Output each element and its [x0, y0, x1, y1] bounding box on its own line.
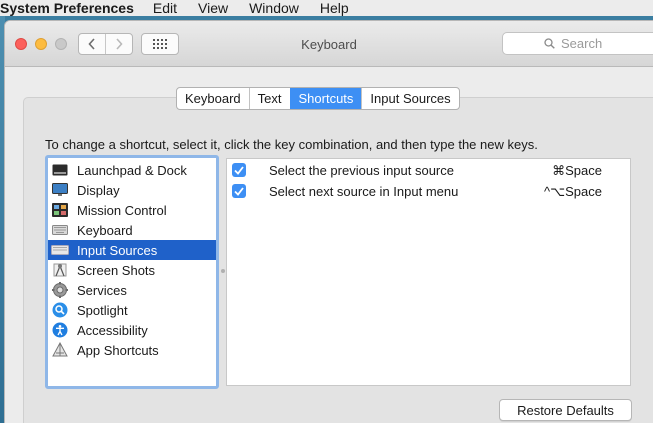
category-item[interactable]: Mission Control — [48, 200, 216, 220]
mission-control-icon — [51, 201, 69, 219]
display-icon — [51, 181, 69, 199]
shortcut-row[interactable]: Select the previous input source ⌘Space — [227, 160, 630, 181]
tab-bar: Keyboard Text Shortcuts Input Sources — [176, 87, 460, 110]
tab-shortcuts[interactable]: Shortcuts — [289, 88, 362, 109]
menu-edit[interactable]: Edit — [153, 0, 177, 16]
menu-bar: System Preferences Edit View Window Help — [0, 0, 653, 16]
category-label: Mission Control — [77, 202, 167, 218]
accessibility-icon — [51, 321, 69, 339]
menu-app-name[interactable]: System Preferences — [0, 0, 134, 16]
shortcut-checkbox[interactable] — [232, 163, 246, 177]
category-item[interactable]: Accessibility — [48, 320, 216, 340]
menu-help[interactable]: Help — [320, 0, 349, 16]
search-field[interactable]: Search — [502, 32, 653, 55]
shortcut-checkbox[interactable] — [232, 184, 246, 198]
category-label: Services — [77, 282, 127, 298]
category-item[interactable]: Keyboard — [48, 220, 216, 240]
shortcut-row[interactable]: Select next source in Input menu ^⌥Space — [227, 181, 630, 202]
category-item[interactable]: Screen Shots — [48, 260, 216, 280]
category-item[interactable]: Display — [48, 180, 216, 200]
shortcut-keys[interactable]: ⌘Space — [552, 163, 602, 179]
checkmark-icon — [234, 165, 244, 175]
tab-text[interactable]: Text — [248, 88, 290, 109]
keyboard-icon — [51, 221, 69, 239]
tab-input-sources[interactable]: Input Sources — [361, 88, 458, 109]
menu-view[interactable]: View — [198, 0, 228, 16]
instruction-text: To change a shortcut, select it, click t… — [45, 137, 538, 152]
search-placeholder: Search — [561, 36, 603, 51]
shortcut-label: Select the previous input source — [269, 163, 454, 178]
shortcut-label: Select next source in Input menu — [269, 184, 459, 199]
search-icon — [544, 38, 555, 49]
category-label: Display — [77, 182, 120, 198]
keyboard-preferences-window: Keyboard Search Keyboard Text Shortcuts … — [5, 21, 653, 423]
restore-defaults-button[interactable]: Restore Defaults — [499, 399, 632, 421]
checkmark-icon — [234, 186, 244, 196]
gear-icon — [51, 281, 69, 299]
shortcut-list[interactable]: Select the previous input source ⌘Space … — [226, 158, 631, 386]
screenshot-icon — [51, 261, 69, 279]
category-item[interactable]: Services — [48, 280, 216, 300]
category-item[interactable]: Spotlight — [48, 300, 216, 320]
category-label: Spotlight — [77, 302, 128, 318]
category-item[interactable]: Launchpad & Dock — [48, 160, 216, 180]
category-item-selected[interactable]: Input Sources — [48, 240, 216, 260]
category-label: Launchpad & Dock — [77, 162, 187, 178]
menu-window[interactable]: Window — [249, 0, 299, 16]
split-view-divider[interactable] — [221, 269, 225, 273]
category-label: App Shortcuts — [77, 342, 159, 358]
tab-keyboard[interactable]: Keyboard — [177, 88, 249, 109]
shortcut-category-list[interactable]: Launchpad & Dock Display Mission Control… — [45, 155, 219, 389]
category-item[interactable]: App Shortcuts — [48, 340, 216, 360]
category-label: Accessibility — [77, 322, 148, 338]
category-label: Input Sources — [77, 242, 158, 258]
title-bar: Keyboard Search — [5, 21, 653, 67]
launchpad-dock-icon — [51, 161, 69, 179]
spotlight-search-icon — [51, 301, 69, 319]
app-shortcuts-icon — [51, 341, 69, 359]
shortcut-keys[interactable]: ^⌥Space — [544, 184, 602, 200]
category-label: Screen Shots — [77, 262, 156, 278]
input-sources-icon — [51, 241, 69, 259]
category-label: Keyboard — [77, 222, 133, 238]
